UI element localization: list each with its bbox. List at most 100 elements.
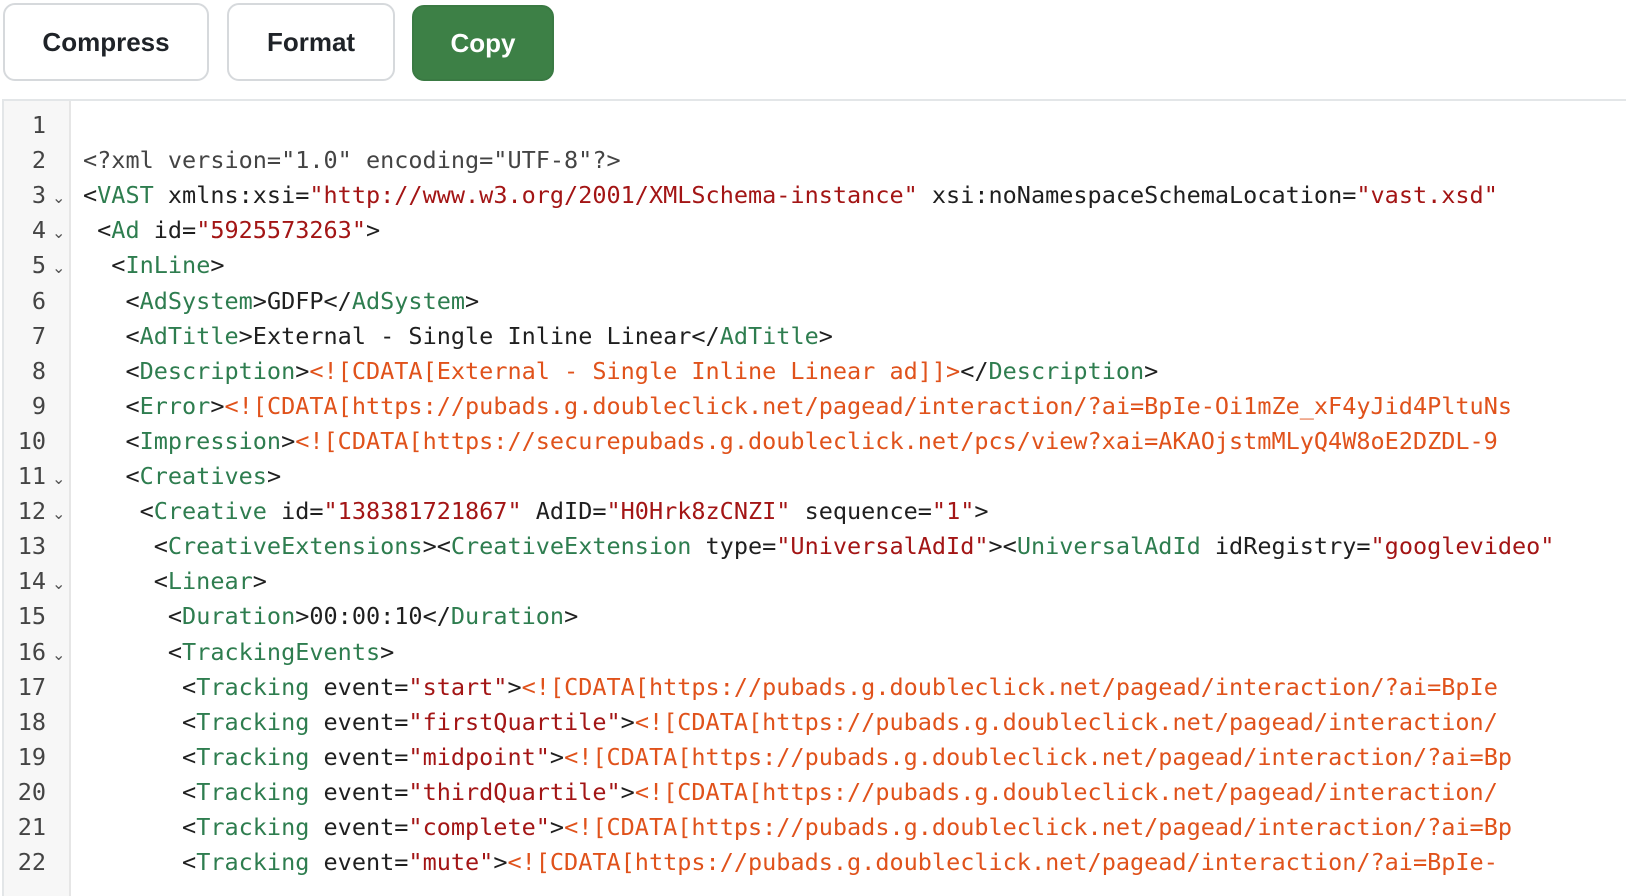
code-token: >< xyxy=(988,532,1017,561)
code-line: <Ad id="5925573263"> xyxy=(83,213,380,248)
code-token: > xyxy=(465,286,480,315)
code-line: <Tracking event="firstQuartile"><![CDATA… xyxy=(83,705,1498,740)
compress-button[interactable]: Compress xyxy=(3,3,209,81)
code-token: < xyxy=(83,321,140,350)
code-token: Duration xyxy=(182,602,296,631)
code-token: < xyxy=(83,602,183,631)
line-number: 8 xyxy=(31,356,46,385)
code-token: Tracking xyxy=(196,707,310,736)
code-line: <Duration>00:00:10</Duration> xyxy=(83,599,578,634)
fold-chevron-down-icon[interactable]: ⌄ xyxy=(52,566,65,601)
code-token: > xyxy=(507,672,522,701)
code-token: > xyxy=(818,321,833,350)
code-token: < xyxy=(83,567,168,596)
line-number: 18 xyxy=(17,707,46,736)
line-number: 6 xyxy=(31,286,46,315)
code-token: "http://www.w3.org/2001/XMLSchema-instan… xyxy=(309,181,918,210)
code-token: < xyxy=(83,777,197,806)
code-token: "vast.xsd" xyxy=(1356,181,1498,210)
code-token: type= xyxy=(691,532,777,561)
code-token: AdSystem xyxy=(351,286,466,315)
code-token: < xyxy=(83,286,140,315)
line-number: 7 xyxy=(31,321,46,350)
code-token: >< xyxy=(422,532,451,561)
code-token: xsi:noNamespaceSchemaLocation= xyxy=(917,181,1357,210)
code-token: > xyxy=(380,637,395,666)
code-token: > xyxy=(365,216,381,245)
code-token: <![CDATA[https://pubads.g.doubleclick.ne… xyxy=(521,672,1498,701)
code-line: <?xml version="1.0" encoding="UTF-8"?> xyxy=(83,143,621,178)
code-token: < xyxy=(83,356,140,385)
code-token: < xyxy=(83,391,140,420)
code-line: <Creative id="138381721867" AdID="H0Hrk8… xyxy=(83,494,989,529)
code-token: Tracking xyxy=(196,672,310,701)
code-line: <Tracking event="mute"><![CDATA[https://… xyxy=(83,845,1498,880)
code-token: InLine xyxy=(125,251,211,280)
code-line: <Linear> xyxy=(83,564,267,599)
code-token: AdID= xyxy=(521,497,607,526)
line-number: 15 xyxy=(17,602,46,631)
code-token: Tracking xyxy=(196,742,310,771)
format-button[interactable]: Format xyxy=(227,3,395,81)
code-token: > xyxy=(564,602,579,631)
code-token: < xyxy=(83,426,140,455)
code-token: idRegistry= xyxy=(1200,532,1371,561)
code-token: VAST xyxy=(97,181,154,210)
code-token: </ xyxy=(960,356,989,385)
code-token: <![CDATA[https://pubads.g.doubleclick.ne… xyxy=(634,707,1498,736)
code-token: id= xyxy=(266,497,324,526)
code-token: Error xyxy=(139,391,211,420)
line-number: 14 xyxy=(17,567,46,596)
fold-chevron-down-icon[interactable]: ⌄ xyxy=(52,496,65,531)
code-token: Linear xyxy=(167,567,253,596)
line-number: 1 xyxy=(31,111,46,139)
line-number: 17 xyxy=(17,672,46,701)
code-line: <Tracking event="start"><![CDATA[https:/… xyxy=(83,670,1498,705)
code-token: 00:00:10 xyxy=(309,602,423,631)
code-token: < xyxy=(83,848,197,877)
fold-chevron-down-icon[interactable]: ⌄ xyxy=(52,461,65,496)
code-line: <Description><![CDATA[External - Single … xyxy=(83,354,1158,389)
code-token: > xyxy=(620,777,635,806)
code-token: > xyxy=(238,321,253,350)
code-line: <VAST xmlns:xsi="http://www.w3.org/2001/… xyxy=(83,178,1498,213)
code-content[interactable]: <?xml version="1.0" encoding="UTF-8"?> <V… xyxy=(71,101,1626,896)
code-token: </ xyxy=(422,602,451,631)
code-line: <Tracking event="midpoint"><![CDATA[http… xyxy=(83,740,1512,775)
code-token: "mute" xyxy=(408,848,494,877)
code-token: event= xyxy=(309,707,409,736)
code-line: <Tracking event="thirdQuartile"><![CDATA… xyxy=(83,775,1498,810)
code-token: </ xyxy=(691,321,720,350)
code-token: event= xyxy=(309,742,409,771)
fold-chevron-down-icon[interactable]: ⌄ xyxy=(52,250,65,285)
code-token: > xyxy=(295,602,310,631)
code-token: > xyxy=(281,426,296,455)
code-token: > xyxy=(974,497,989,526)
line-number: 4 xyxy=(31,216,46,245)
line-number: 12 xyxy=(17,497,46,526)
code-line: <Creatives> xyxy=(83,459,281,494)
code-token: AdSystem xyxy=(139,286,253,315)
fold-chevron-down-icon[interactable]: ⌄ xyxy=(52,637,65,672)
code-editor[interactable]: 1 2 3 ⌄ 4 ⌄ 5 ⌄ 6 7 8 9 10 11 ⌄ 12 ⌄ 13 14 ⌄ 15 16 ⌄ 17 18 19 20 21… xyxy=(2,99,1626,896)
code-token: </ xyxy=(323,286,352,315)
code-token: "complete" xyxy=(408,813,550,841)
copy-button[interactable]: Copy xyxy=(412,5,554,81)
code-token: < xyxy=(83,181,98,210)
code-token: <![CDATA[https://securepubads.g.doublecl… xyxy=(295,426,1498,455)
code-token: Tracking xyxy=(196,813,310,841)
code-token: > xyxy=(549,813,565,841)
code-token: "1" xyxy=(931,497,975,526)
code-token: External - Single Inline Linear xyxy=(252,321,692,350)
code-token: Tracking xyxy=(196,848,310,877)
line-number: 19 xyxy=(17,742,46,771)
toolbar: Compress Format Copy xyxy=(0,0,1626,98)
fold-chevron-down-icon[interactable]: ⌄ xyxy=(52,215,65,250)
code-token: < xyxy=(83,742,197,771)
line-number: 3 xyxy=(31,181,46,210)
fold-chevron-down-icon[interactable]: ⌄ xyxy=(52,180,65,215)
code-token: Description xyxy=(139,356,296,385)
line-number-gutter: 1 2 3 ⌄ 4 ⌄ 5 ⌄ 6 7 8 9 10 11 ⌄ 12 ⌄ 13 14 ⌄ 15 16 ⌄ 17 18 19 20 21… xyxy=(4,101,71,896)
code-token: > xyxy=(493,848,508,877)
line-number: 16 xyxy=(17,637,46,666)
